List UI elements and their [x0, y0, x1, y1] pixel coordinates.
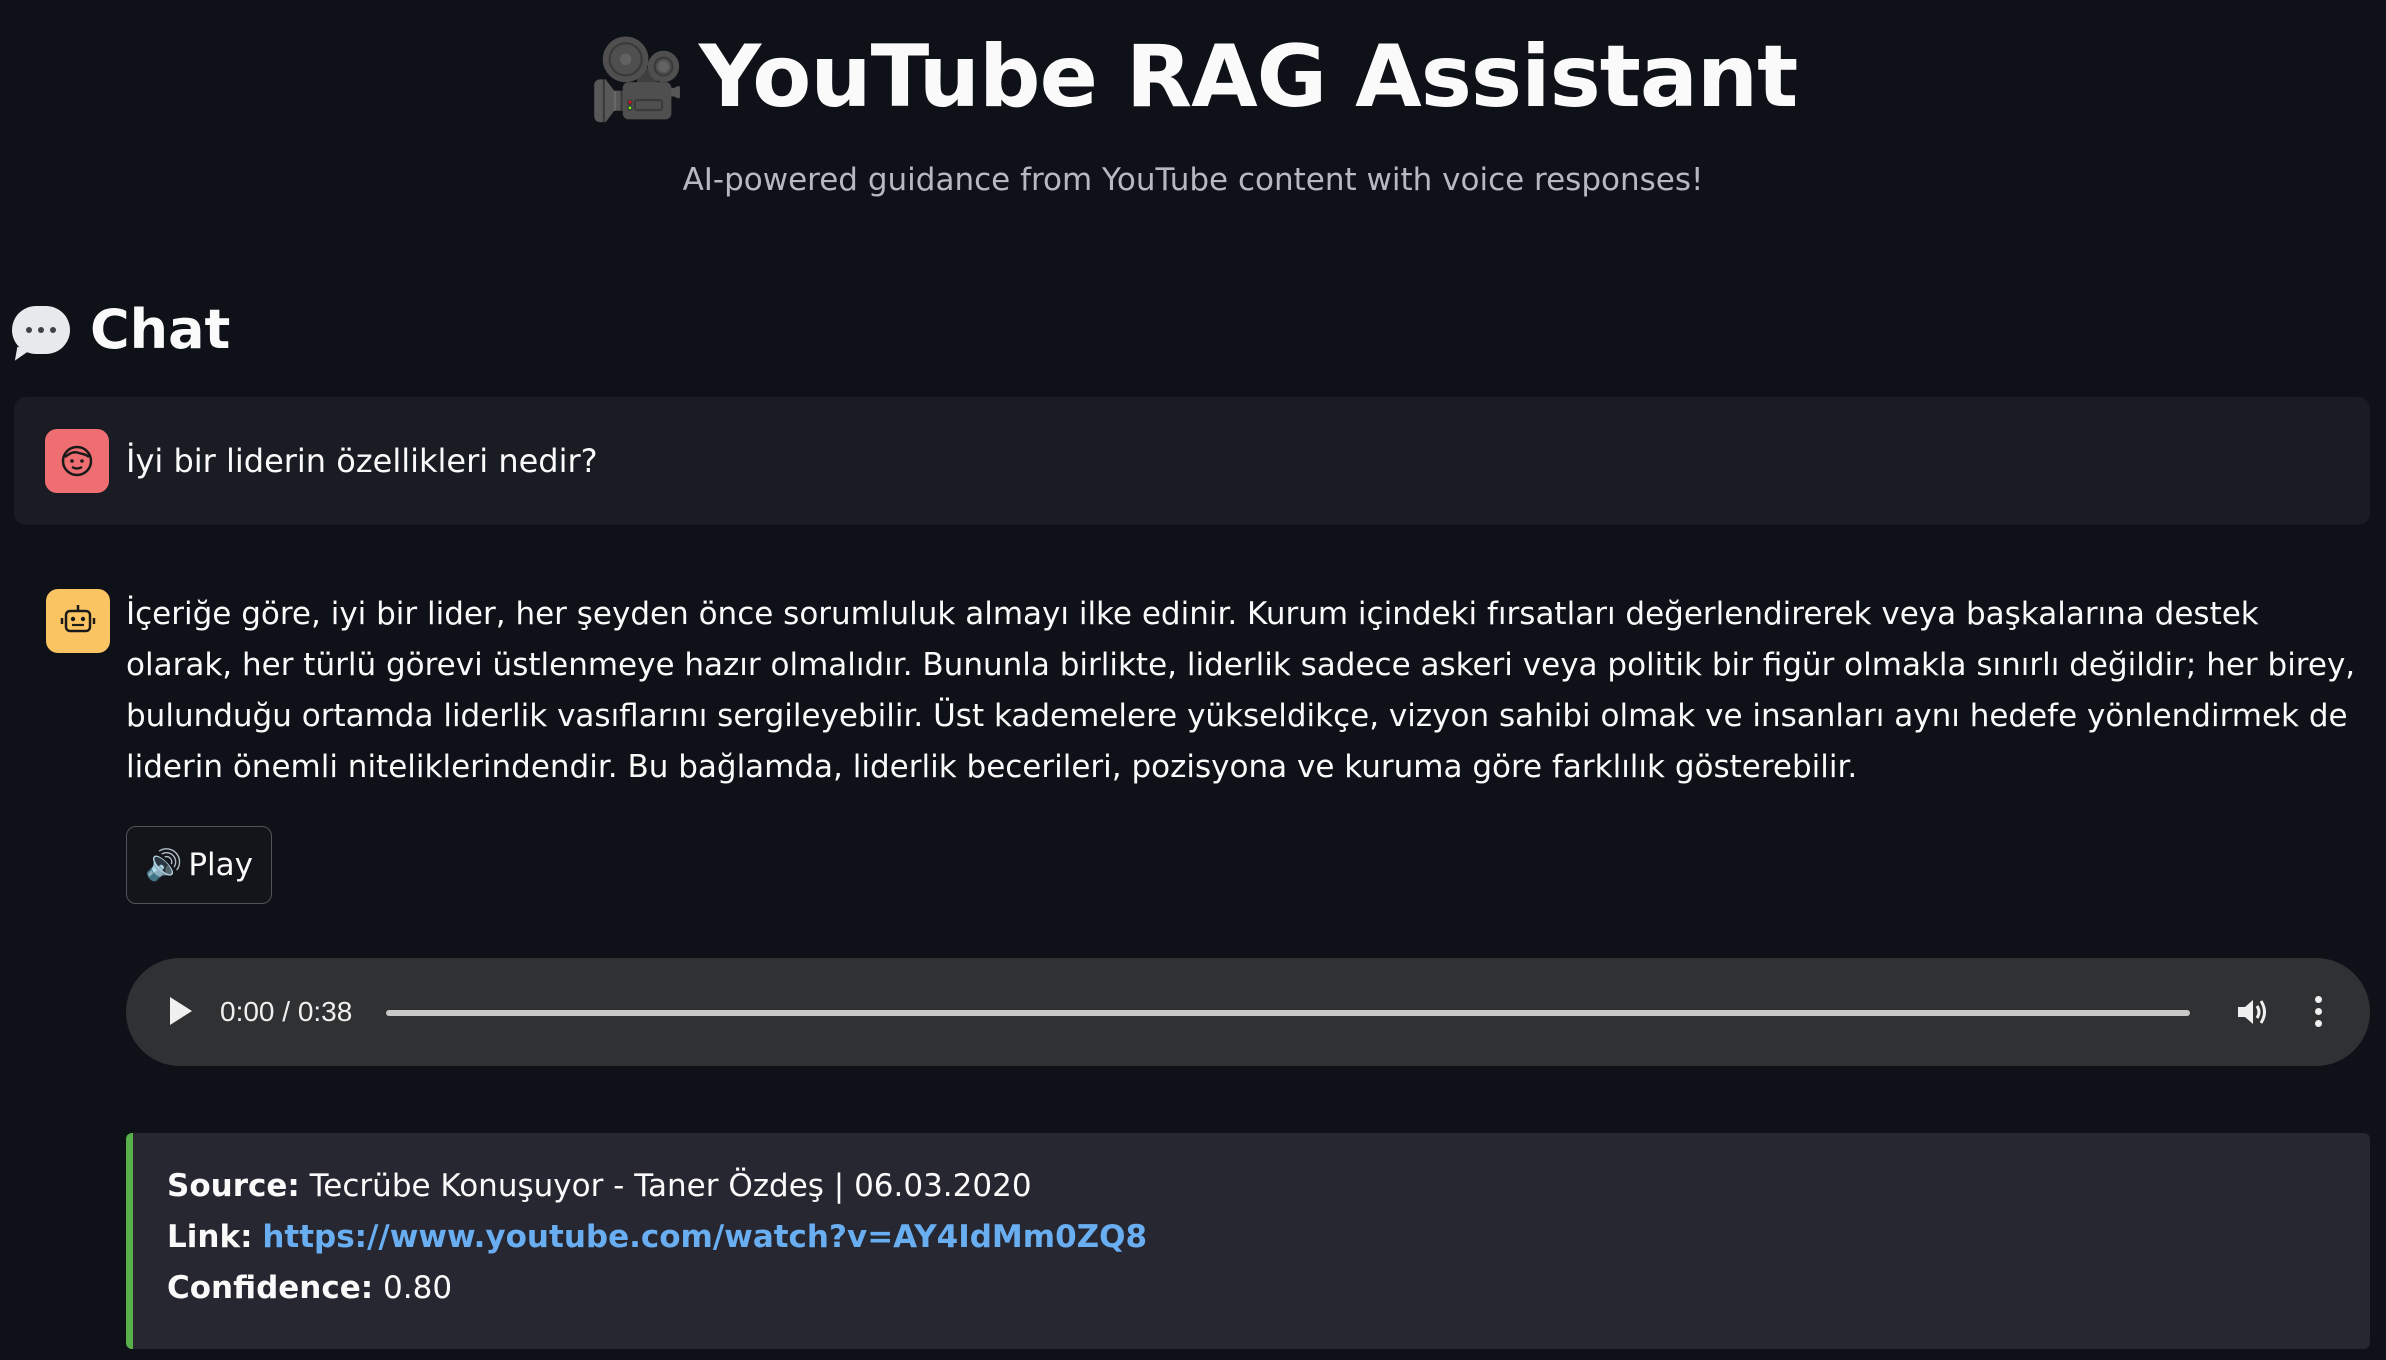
- audio-play-icon[interactable]: [170, 997, 192, 1025]
- source-info: Source: Tecrübe Konuşuyor - Taner Özdeş …: [126, 1133, 2370, 1349]
- source-label: Source:: [167, 1168, 300, 1204]
- robot-icon: [46, 589, 110, 653]
- app-page: 🎥 YouTube RAG Assistant AI-powered guidan…: [0, 0, 2386, 1360]
- page-title-text: YouTube RAG Assistant: [698, 27, 1798, 127]
- play-button-label: Play: [188, 847, 253, 883]
- volume-icon[interactable]: [2236, 996, 2270, 1028]
- user-message-text: İyi bir liderin özellikleri nedir?: [126, 442, 598, 480]
- page-subtitle: AI-powered guidance from YouTube content…: [682, 162, 1704, 198]
- movie-camera-icon: 🎥: [588, 35, 686, 125]
- user-message: İyi bir liderin özellikleri nedir?: [14, 397, 2370, 525]
- audio-time-display: 0:00 / 0:38: [220, 996, 353, 1027]
- play-button[interactable]: 🔊 Play: [126, 826, 272, 904]
- link-row: Link: https://www.youtube.com/watch?v=AY…: [167, 1212, 2370, 1263]
- audio-player: 0:00 / 0:38: [126, 958, 2370, 1066]
- chat-heading-text: Chat: [90, 298, 231, 361]
- user-face-icon: [45, 429, 109, 493]
- confidence-label: Confidence:: [167, 1270, 374, 1306]
- more-options-icon[interactable]: [2312, 996, 2324, 1030]
- link-label: Link:: [167, 1219, 253, 1255]
- confidence-row: Confidence: 0.80: [167, 1263, 2370, 1314]
- speaker-icon: 🔊: [144, 847, 183, 883]
- chat-heading: Chat: [12, 295, 230, 365]
- confidence-value: 0.80: [383, 1270, 453, 1306]
- source-value: Tecrübe Konuşuyor - Taner Özdeş | 06.03.…: [309, 1168, 1032, 1204]
- source-row: Source: Tecrübe Konuşuyor - Taner Özdeş …: [167, 1161, 2370, 1212]
- speech-bubble-icon: [12, 306, 70, 354]
- source-link[interactable]: https://www.youtube.com/watch?v=AY4IdMm0…: [262, 1219, 1147, 1255]
- page-title: 🎥 YouTube RAG Assistant: [0, 22, 2386, 135]
- assistant-message-text: İçeriğe göre, iyi bir lider, her şeyden …: [126, 596, 2356, 785]
- audio-progress-bar[interactable]: [386, 1010, 2190, 1016]
